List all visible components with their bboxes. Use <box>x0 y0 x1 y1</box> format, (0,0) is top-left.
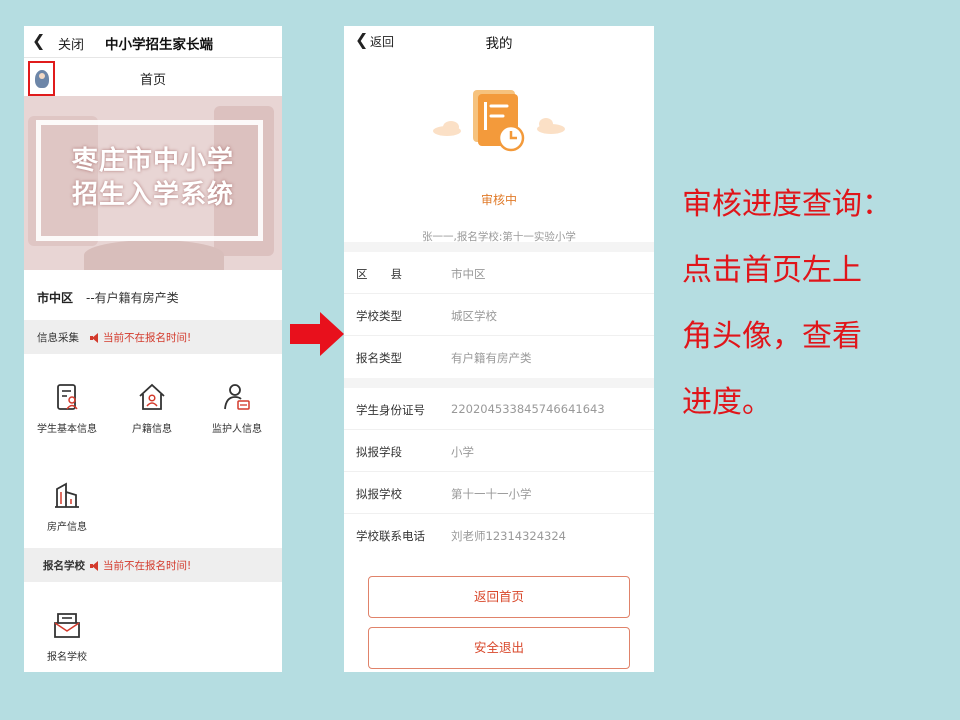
detail-row-school: 拟报学校 第十一十一小学 <box>344 472 654 514</box>
item-label: 户籍信息 <box>132 424 172 435</box>
top-bar: ❮ 关闭 中小学招生家长端 <box>24 26 282 58</box>
application-summary: 张一一,报名学校:第十一实验小学 <box>422 231 576 243</box>
review-status-panel: 审核中 张一一,报名学校:第十一实验小学 <box>344 56 654 252</box>
section-divider <box>344 378 654 388</box>
page-title: 首页 <box>139 73 166 88</box>
app-title: 中小学招生家长端 <box>105 37 213 53</box>
section-school-register: 报名学校 当前不在报名时间! <box>24 548 282 582</box>
detail-value: 市中区 <box>451 267 486 281</box>
detail-value: 220204533845746641643 <box>451 402 605 416</box>
instruction-text: 审核进度查询： 点击首页左上 角头像，查看 进度。 <box>682 172 942 436</box>
section-title: 报名学校 <box>43 560 85 572</box>
close-button[interactable]: 关闭 <box>58 34 84 53</box>
chevron-left-icon[interactable]: ❮ <box>32 32 45 50</box>
register-grid: 报名学校 <box>24 582 282 672</box>
detail-row-register-type: 报名类型 有户籍有房产类 <box>344 336 654 378</box>
guardian-item[interactable]: 监护人信息 <box>197 382 277 435</box>
arrow-right-icon <box>290 312 344 356</box>
return-home-button[interactable]: 返回首页 <box>368 576 630 618</box>
banner: 枣庄市中小学 招生入学系统 <box>24 96 282 270</box>
detail-label: 拟报学段 <box>356 445 402 459</box>
detail-label: 学校联系电话 <box>356 529 425 543</box>
detail-row-school-phone: 学校联系电话 刘老师12314324324 <box>344 514 654 556</box>
district-type: --有户籍有房产类 <box>86 291 179 305</box>
application-details-group-1: 区 县 市中区 学校类型 城区学校 报名类型 有户籍有房产类 <box>344 252 654 378</box>
banner-line-1: 枣庄市中小学 <box>71 146 234 176</box>
household-icon <box>139 383 165 410</box>
warning-text: 当前不在报名时间! <box>103 332 192 344</box>
school-register-icon <box>54 613 80 638</box>
district-row[interactable]: 市中区 --有户籍有房产类 <box>24 270 282 320</box>
property-item[interactable]: 房产信息 <box>27 480 107 533</box>
speaker-icon <box>90 561 99 571</box>
review-status-label: 审核中 <box>480 193 517 207</box>
status-warning: 当前不在报名时间! <box>90 330 191 345</box>
home-screen: ❮ 关闭 中小学招生家长端 首页 枣庄市中小学 招生入学系统 市中区 --有户籍… <box>24 26 282 672</box>
detail-row-school-type: 学校类型 城区学校 <box>344 294 654 336</box>
item-label: 报名学校 <box>47 652 87 663</box>
instruction-line: 角头像，查看 <box>682 319 862 354</box>
page-title: 我的 <box>485 36 513 52</box>
detail-label: 学生身份证号 <box>356 403 425 417</box>
status-warning: 当前不在报名时间! <box>90 558 191 573</box>
instruction-line: 审核进度查询： <box>682 187 892 222</box>
top-bar: ❮ 返回 我的 <box>344 26 654 56</box>
home-header: 首页 <box>24 58 282 96</box>
detail-label: 拟报学校 <box>356 487 402 501</box>
detail-row-id-number: 学生身份证号 220204533845746641643 <box>344 388 654 430</box>
detail-value: 有户籍有房产类 <box>451 351 532 365</box>
detail-value: 第十一十一小学 <box>451 487 532 501</box>
detail-value: 刘老师12314324324 <box>451 529 566 543</box>
speaker-icon <box>90 333 99 343</box>
property-icon <box>55 482 79 508</box>
student-info-item[interactable]: 学生基本信息 <box>27 382 107 435</box>
section-title: 信息采集 <box>37 332 79 344</box>
item-label: 房产信息 <box>47 522 87 533</box>
info-grid: 学生基本信息 户籍信息 监护人信息 房产信息 <box>24 354 282 548</box>
instruction-line: 进度。 <box>682 385 772 420</box>
application-details-group-2: 学生身份证号 220204533845746641643 拟报学段 小学 拟报学… <box>344 388 654 556</box>
school-register-item[interactable]: 报名学校 <box>27 610 107 663</box>
student-info-icon <box>57 384 78 410</box>
logout-button[interactable]: 安全退出 <box>368 627 630 669</box>
item-label: 监护人信息 <box>212 424 262 435</box>
detail-value: 小学 <box>451 445 474 459</box>
detail-label: 学校类型 <box>356 309 402 323</box>
item-label: 学生基本信息 <box>37 424 97 435</box>
instruction-line: 点击首页左上 <box>682 253 862 288</box>
profile-screen: ❮ 返回 我的 审核中 张一一,报名学校:第十一实验小学 区 县 市中区 学校类… <box>344 26 654 672</box>
pending-review-icon <box>433 90 565 152</box>
detail-row-county: 区 县 市中区 <box>344 252 654 294</box>
banner-title: 枣庄市中小学 招生入学系统 <box>24 144 282 212</box>
banner-line-2: 招生入学系统 <box>71 180 234 210</box>
guardian-icon <box>224 384 250 410</box>
section-info-collection: 信息采集 当前不在报名时间! <box>24 320 282 354</box>
district-name: 市中区 <box>37 291 74 305</box>
warning-text: 当前不在报名时间! <box>103 560 192 572</box>
detail-label: 报名类型 <box>356 351 402 365</box>
detail-label: 区 县 <box>356 267 402 281</box>
household-item[interactable]: 户籍信息 <box>112 382 192 435</box>
detail-row-stage: 拟报学段 小学 <box>344 430 654 472</box>
banner-decoration <box>84 240 224 270</box>
detail-value: 城区学校 <box>451 309 497 323</box>
